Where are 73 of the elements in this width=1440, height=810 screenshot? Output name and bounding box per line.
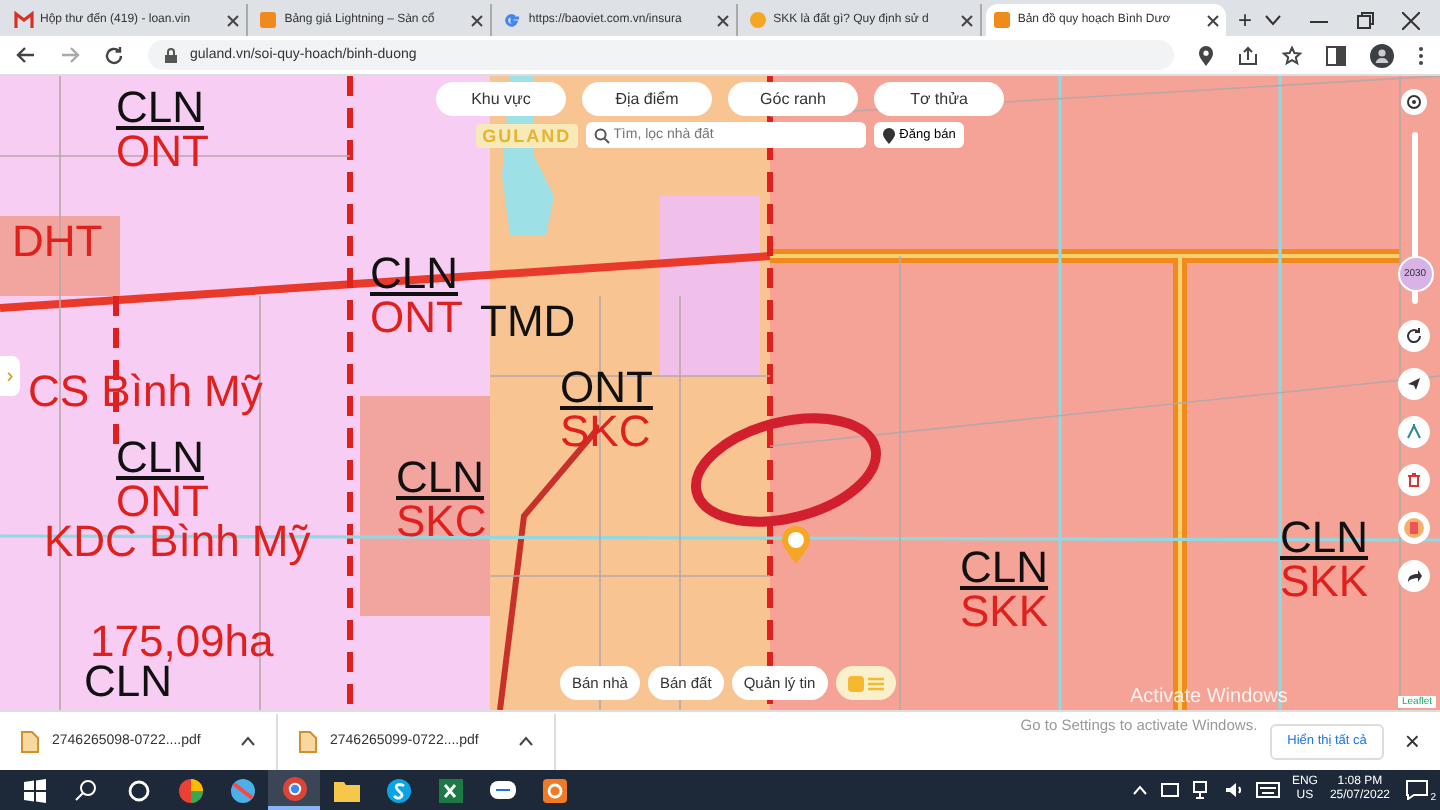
zone-code-label: ONT — [116, 130, 209, 174]
filter-button[interactable]: Tơ thửa — [874, 82, 1004, 116]
reload-icon — [104, 45, 124, 65]
close-icon — [959, 13, 974, 27]
close-icon — [226, 13, 241, 27]
side-panel-icon — [1326, 45, 1346, 65]
zone-code-label: SKK — [1280, 560, 1369, 604]
pdf-file-icon — [20, 729, 40, 753]
round-favicon-icon — [747, 10, 768, 30]
share-icon — [1238, 45, 1258, 65]
colorful-ball-icon — [227, 775, 257, 805]
speaker-icon — [1223, 780, 1244, 800]
star-icon — [1282, 45, 1302, 65]
app-tile-icon — [539, 775, 569, 805]
close-icon — [1402, 11, 1421, 29]
close-icon — [470, 13, 485, 27]
lock-icon — [164, 47, 178, 63]
close-icon — [1206, 13, 1220, 27]
zone-code-label: ONT — [370, 296, 463, 340]
letter-s-icon — [383, 775, 413, 805]
zone-code-label: CLN — [396, 456, 487, 500]
windows-logo-icon — [19, 775, 49, 805]
caret-up-icon — [518, 736, 534, 746]
profile-avatar-icon — [1370, 43, 1394, 67]
filter-button[interactable]: Địa điểm — [582, 82, 712, 116]
network-icon — [1191, 780, 1212, 800]
square-favicon-icon — [258, 10, 279, 30]
map-label: 175,09ha — [90, 620, 274, 664]
zone-code-label: CLN — [116, 86, 207, 130]
new-tab-button[interactable]: + — [1230, 4, 1261, 36]
restore-icon — [1356, 11, 1375, 29]
zone-code-label: ONT — [560, 366, 653, 410]
search-icon — [71, 775, 101, 805]
search-icon — [593, 127, 610, 143]
close-button[interactable]: × — [1384, 726, 1440, 756]
location-pin-icon — [1198, 45, 1214, 65]
colorful-ball-icon — [175, 775, 205, 805]
mail-icon — [14, 10, 34, 30]
filter-button[interactable]: Góc ranh — [728, 82, 858, 116]
map-label: KDC Bình Mỹ — [44, 520, 311, 564]
zone-code-label: CLN — [960, 546, 1049, 590]
browser-icon — [279, 773, 309, 803]
map-label: DHT — [12, 220, 103, 264]
guland-logo: GULAND — [476, 123, 578, 147]
chevron-up-icon — [1131, 784, 1148, 796]
letter-g-icon — [502, 10, 523, 30]
map-label: CLN — [84, 660, 173, 704]
zone-code-label: SKK — [960, 590, 1049, 634]
speech-bubble-icon — [1406, 780, 1428, 800]
more-menu-icon — [1418, 45, 1424, 65]
forward-arrow-icon — [60, 46, 80, 64]
zone-code-label: ONT — [116, 480, 209, 524]
taskbar-app-button[interactable] — [268, 770, 320, 810]
zone-code-label: SKC — [396, 500, 487, 544]
close-icon — [715, 13, 730, 27]
locate-icon — [1400, 88, 1428, 116]
layers-thumbnail-icon — [1400, 514, 1428, 542]
map-label: CS Bình Mỹ — [28, 370, 263, 414]
map-pin-icon — [780, 524, 812, 564]
filter-button[interactable]: Khu vực — [436, 82, 566, 116]
chevron-down-icon — [1264, 14, 1283, 26]
pdf-file-icon — [298, 729, 318, 753]
keyboard-icon — [1255, 782, 1280, 798]
menu-icon — [847, 675, 884, 691]
zone-code-label: CLN — [116, 436, 207, 480]
spreadsheet-icon — [435, 775, 465, 805]
chat-bubble-icon — [487, 775, 517, 805]
map-label: TMD — [480, 300, 576, 344]
zone-code-label: CLN — [1280, 516, 1369, 560]
back-arrow-icon — [16, 46, 36, 64]
caret-up-icon — [240, 736, 256, 746]
square-favicon-icon — [991, 10, 1012, 30]
circle-icon — [123, 775, 153, 805]
